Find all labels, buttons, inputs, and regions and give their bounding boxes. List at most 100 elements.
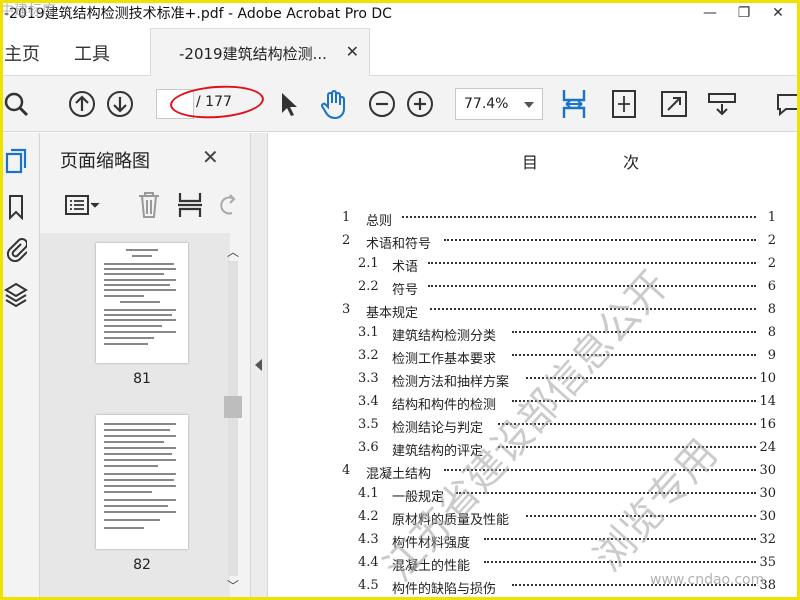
- toolbar: / 177 77.4%: [0, 76, 800, 132]
- toc-leader-dots: [498, 423, 756, 425]
- toc-number: 3.1: [358, 325, 379, 340]
- tab-tools[interactable]: 工具: [74, 40, 110, 66]
- toc-leader-dots: [444, 469, 756, 471]
- toc-page-number: 1: [767, 210, 776, 225]
- zoom-value: 77.4%: [464, 96, 509, 112]
- toc-number: 4.2: [358, 509, 379, 524]
- restore-button[interactable]: ❐: [730, 2, 758, 24]
- thumbnail-label: 82: [133, 557, 151, 573]
- window-title: -2019建筑结构检测技术标准+.pdf - Adobe Acrobat Pro…: [4, 6, 392, 22]
- scrollbar-track[interactable]: [228, 261, 238, 576]
- toc-entry[interactable]: 2.1 术语 2: [268, 253, 800, 275]
- fit-width-icon[interactable]: [558, 88, 590, 120]
- toc-entry[interactable]: 2.2 符号 6: [268, 276, 800, 298]
- toc-page-number: 2: [767, 256, 776, 271]
- fit-page-icon[interactable]: [608, 88, 640, 120]
- panel-title: 页面缩略图: [60, 151, 150, 172]
- document-tab-label: -2019建筑结构检测...: [179, 45, 327, 63]
- toc-number: 2.1: [358, 256, 379, 271]
- read-mode-icon[interactable]: [706, 88, 738, 120]
- navigation-rail: [0, 133, 40, 600]
- toc-page-number: 32: [759, 532, 776, 547]
- toc-entry[interactable]: 3.3 检测方法和抽样方案 10: [268, 368, 800, 390]
- toc-entry[interactable]: 3.6 建筑结构的评定 24: [268, 437, 800, 459]
- previous-page-icon[interactable]: [66, 88, 98, 120]
- close-window-button[interactable]: ✕: [764, 2, 792, 24]
- next-page-icon[interactable]: [104, 88, 136, 120]
- rotate-page-icon[interactable]: [216, 191, 238, 223]
- scrollbar-thumb[interactable]: [224, 396, 242, 418]
- bookmark-icon[interactable]: [2, 193, 30, 221]
- toc-entry[interactable]: 3.5 检测结论与判定 16: [268, 414, 800, 436]
- collapse-panel-icon[interactable]: [255, 359, 262, 371]
- select-cursor-icon[interactable]: [272, 88, 304, 120]
- page-thumbnails-icon[interactable]: [2, 147, 30, 175]
- zoom-in-icon[interactable]: [404, 88, 436, 120]
- document-view[interactable]: 目 次 1 总则 1 2 术语和符号 2 2.1 术语 2 2.2 符号 6 3 基本规定 8 3.1 建筑结构…: [268, 133, 800, 600]
- toc-page-number: 8: [767, 302, 776, 317]
- toc-entry[interactable]: 3 基本规定 8: [268, 299, 800, 321]
- search-icon[interactable]: [0, 88, 32, 120]
- toc-entry[interactable]: 4.4 混凝土的性能 35: [268, 552, 800, 574]
- toc-page-number: 24: [759, 440, 776, 455]
- toc-leader-dots: [484, 538, 756, 540]
- extract-page-icon[interactable]: [176, 191, 204, 223]
- panel-toolbar: [60, 189, 240, 221]
- full-screen-icon[interactable]: [658, 88, 690, 120]
- panel-close-icon[interactable]: ✕: [202, 145, 219, 169]
- toc-leader-dots: [402, 216, 756, 218]
- zoom-select[interactable]: 77.4%: [455, 88, 543, 120]
- toc-number: 4.3: [358, 532, 379, 547]
- zoom-out-icon[interactable]: [366, 88, 398, 120]
- hand-tool-icon[interactable]: [318, 88, 350, 120]
- toc-title: 构件材料强度: [392, 536, 471, 551]
- document-tab[interactable]: -2019建筑结构检测... ✕: [150, 28, 370, 76]
- scroll-down-icon[interactable]: ﹀: [227, 577, 239, 594]
- comment-icon[interactable]: [772, 88, 800, 120]
- thumbnail-page-81[interactable]: [96, 243, 188, 363]
- title-bar: -2019建筑结构检测技术标准+.pdf - Adobe Acrobat Pro…: [0, 0, 800, 26]
- toc-entry[interactable]: 4 混凝土结构 30: [268, 460, 800, 482]
- delete-page-icon[interactable]: [136, 191, 162, 223]
- toc-title: 混凝土结构: [366, 467, 432, 482]
- tab-home[interactable]: 主页: [4, 40, 40, 66]
- toc-entry[interactable]: 4.1 一般规定 30: [268, 483, 800, 505]
- toc-title: 检测方法和抽样方案: [392, 375, 510, 390]
- attachment-icon[interactable]: [2, 235, 30, 263]
- toc-number: 3: [342, 302, 351, 317]
- panel-splitter[interactable]: [250, 133, 268, 600]
- toc-title: 术语和符号: [366, 237, 432, 252]
- document-tab-close-icon[interactable]: ✕: [346, 42, 359, 61]
- options-menu-icon[interactable]: [64, 193, 100, 221]
- toc-number: 3.4: [358, 394, 379, 409]
- layers-icon[interactable]: [2, 281, 30, 309]
- toc-title: 基本规定: [366, 306, 419, 321]
- toc-entry[interactable]: 3.2 检测工作基本要求 9: [268, 345, 800, 367]
- minimize-button[interactable]: —: [696, 2, 724, 24]
- toc-entry[interactable]: 4.2 原材料的质量及性能 30: [268, 506, 800, 528]
- corner-watermark: 中建标库: [0, 3, 56, 19]
- toc-number: 2.2: [358, 279, 379, 294]
- thumbnail-page-82[interactable]: [96, 415, 188, 549]
- toc-title: 检测结论与判定: [392, 421, 484, 436]
- toc-entry[interactable]: 2 术语和符号 2: [268, 230, 800, 252]
- toc-page-number: 14: [759, 394, 776, 409]
- toc-title: 总则: [366, 214, 393, 229]
- toc-entry[interactable]: 3.4 结构和构件的检测 14: [268, 391, 800, 413]
- thumbnail-scrollbar[interactable]: ︿ ﹀: [224, 241, 242, 600]
- toc-leader-dots: [430, 308, 756, 310]
- toc-number: 4: [342, 463, 351, 478]
- toc-page-number: 16: [759, 417, 776, 432]
- scroll-up-icon[interactable]: ︿: [227, 243, 239, 260]
- toc-title: 建筑结构的评定: [392, 444, 484, 459]
- toc-entry[interactable]: 3.1 建筑结构检测分类 8: [268, 322, 800, 344]
- toc-title: 结构和构件的检测: [392, 398, 497, 413]
- toc-number: 3.3: [358, 371, 379, 386]
- toc-page-number: 30: [759, 463, 776, 478]
- toc-entry[interactable]: 1 总则 1: [268, 207, 800, 229]
- toc-title: 构件的缺陷与损伤: [392, 582, 497, 597]
- thumbnail-list: 81 82: [40, 233, 230, 600]
- toc-title: 术语: [392, 260, 419, 275]
- toc-entry[interactable]: 4.3 构件材料强度 32: [268, 529, 800, 551]
- toc-title: 符号: [392, 283, 419, 298]
